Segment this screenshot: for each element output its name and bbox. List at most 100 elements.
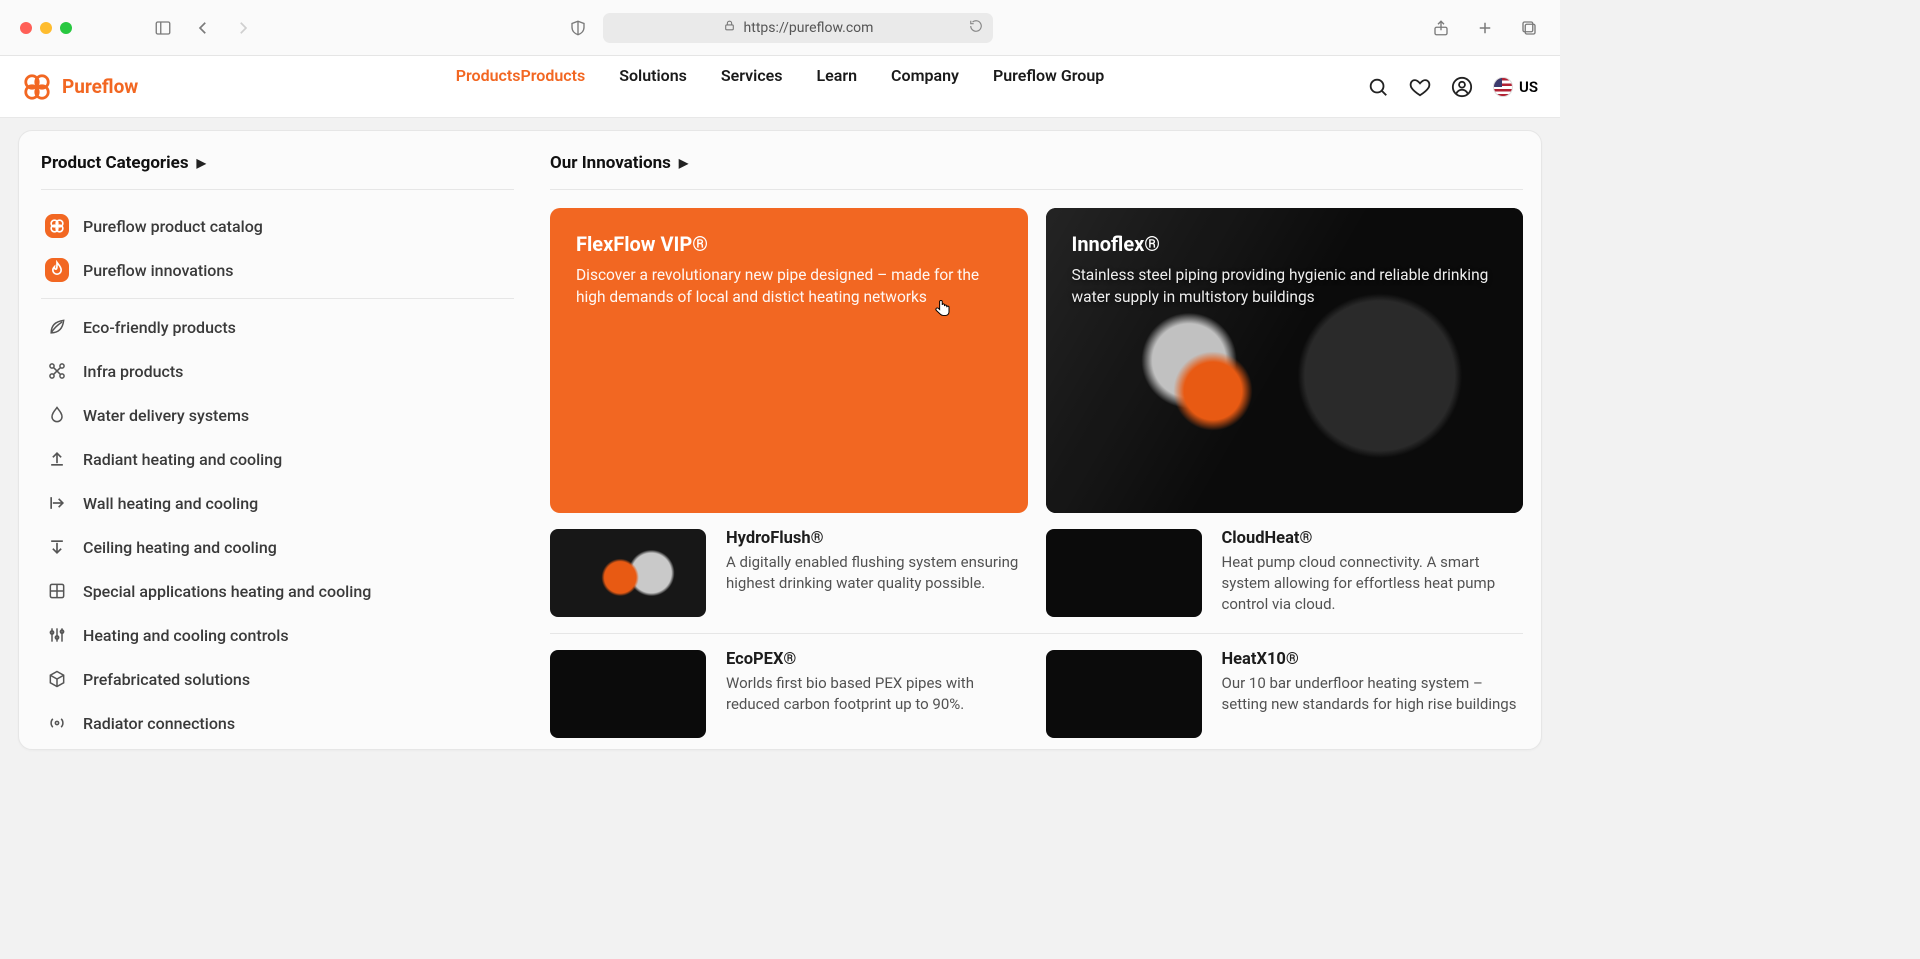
mini-title: HydroFlush®: [726, 529, 1028, 548]
sidebar-item-wall[interactable]: Wall heating and cooling: [41, 483, 514, 523]
sidebar-item-label: Heating and cooling controls: [83, 626, 289, 645]
leaf-icon: [45, 315, 69, 339]
mini-cards: HydroFlush® A digitally enabled flushing…: [550, 527, 1523, 740]
nav-learn[interactable]: Learn: [817, 66, 858, 107]
privacy-shield-icon[interactable]: [567, 18, 589, 38]
feature-card-desc: Stainless steel piping providing hygieni…: [1072, 264, 1498, 308]
drop-icon: [45, 403, 69, 427]
region-label: US: [1519, 78, 1538, 96]
sidebar-item-innovations[interactable]: Pureflow innovations: [41, 250, 514, 290]
feature-card-innoflex[interactable]: Innoflex® Stainless steel piping providi…: [1046, 208, 1524, 513]
sidebar-item-controls[interactable]: Heating and cooling controls: [41, 615, 514, 655]
mini-text: CloudHeat® Heat pump cloud connectivity.…: [1222, 529, 1524, 617]
sidebar-item-special[interactable]: Special applications heating and cooling: [41, 571, 514, 611]
sidebar-item-label: Special applications heating and cooling: [83, 582, 371, 601]
pinned-categories: Pureflow product catalog Pureflow innova…: [41, 206, 514, 290]
feature-card-title: Innoflex®: [1072, 232, 1498, 256]
mini-title: EcoPEX®: [726, 650, 1028, 669]
sidebar-item-label: Ceiling heating and cooling: [83, 538, 277, 557]
sidebar-item-flexpipe[interactable]: Flexible pre-insulated piping FlexFlow: [41, 747, 514, 750]
browser-nav-controls: [152, 18, 254, 38]
arrow-down-bar-icon: [45, 535, 69, 559]
nav-solutions[interactable]: Solutions: [619, 66, 687, 107]
nav-company[interactable]: Company: [891, 66, 959, 107]
flame-icon: [45, 258, 69, 282]
nav-group[interactable]: Pureflow Group: [993, 66, 1104, 107]
mini-text: HydroFlush® A digitally enabled flushing…: [726, 529, 1028, 617]
product-categories-sidebar: Product Categories ▶ Pureflow product ca…: [19, 131, 534, 749]
sidebar-item-label: Radiator connections: [83, 714, 235, 733]
sidebar-item-label: Infra products: [83, 362, 183, 381]
brand[interactable]: Pureflow: [22, 72, 138, 102]
favorites-icon[interactable]: [1409, 76, 1431, 98]
header-actions: US: [1367, 76, 1538, 98]
feature-card-flexflow[interactable]: FlexFlow VIP® Discover a revolutionary n…: [550, 208, 1028, 513]
sidebar-item-catalog[interactable]: Pureflow product catalog: [41, 206, 514, 246]
sidebar-item-label: Pureflow innovations: [83, 261, 234, 280]
browser-chrome: https://pureflow.com: [0, 0, 1560, 56]
forward-button[interactable]: [232, 18, 254, 38]
mini-text: HeatX10® Our 10 bar underfloor heating s…: [1222, 650, 1524, 738]
sidebar-toggle-icon[interactable]: [152, 18, 174, 38]
browser-right: [1430, 18, 1540, 38]
mini-card-cloudheat[interactable]: CloudHeat® Heat pump cloud connectivity.…: [1046, 527, 1524, 619]
sidebar-item-label: Eco-friendly products: [83, 318, 236, 337]
nav-products[interactable]: ProductsProducts: [456, 66, 586, 107]
region-selector[interactable]: US: [1493, 77, 1538, 97]
grid-icon: [45, 579, 69, 603]
mini-thumb: [550, 650, 706, 738]
caret-right-icon: ▶: [679, 156, 688, 170]
search-icon[interactable]: [1367, 76, 1389, 98]
product-categories-heading[interactable]: Product Categories ▶: [41, 153, 514, 173]
categories-list: Eco-friendly products Infra products Wat…: [41, 307, 514, 750]
innovations-label: Our Innovations: [550, 153, 671, 173]
divider: [550, 633, 1523, 634]
browser-center: https://pureflow.com: [567, 13, 993, 43]
minimize-window-button[interactable]: [40, 22, 52, 34]
sidebar-item-radiant[interactable]: Radiant heating and cooling: [41, 439, 514, 479]
account-icon[interactable]: [1451, 76, 1473, 98]
cube-icon: [45, 667, 69, 691]
innovations-content: Our Innovations ▶ FlexFlow VIP® Discover…: [534, 131, 1541, 749]
catalog-icon: [45, 214, 69, 238]
brand-logo-icon: [22, 72, 52, 102]
mini-row: EcoPEX® Worlds first bio based PEX pipes…: [550, 648, 1523, 740]
tabs-overview-icon[interactable]: [1518, 18, 1540, 38]
mini-card-ecopex[interactable]: EcoPEX® Worlds first bio based PEX pipes…: [550, 648, 1028, 740]
mini-card-hydroflush[interactable]: HydroFlush® A digitally enabled flushing…: [550, 527, 1028, 619]
lock-icon: [723, 19, 736, 36]
main-nav: ProductsProducts Solutions Services Lear…: [456, 66, 1105, 107]
reload-icon[interactable]: [969, 19, 983, 37]
sidebar-item-ceiling[interactable]: Ceiling heating and cooling: [41, 527, 514, 567]
feature-cards-row: FlexFlow VIP® Discover a revolutionary n…: [550, 208, 1523, 513]
product-categories-label: Product Categories: [41, 153, 189, 173]
address-bar[interactable]: https://pureflow.com: [603, 13, 993, 43]
close-window-button[interactable]: [20, 22, 32, 34]
products-mega-panel: Product Categories ▶ Pureflow product ca…: [18, 130, 1542, 750]
maximize-window-button[interactable]: [60, 22, 72, 34]
share-icon[interactable]: [1430, 18, 1452, 38]
url-text: https://pureflow.com: [744, 20, 874, 36]
nodes-icon: [45, 359, 69, 383]
mini-text: EcoPEX® Worlds first bio based PEX pipes…: [726, 650, 1028, 738]
feature-card-title: FlexFlow VIP®: [576, 232, 1002, 256]
sidebar-item-infra[interactable]: Infra products: [41, 351, 514, 391]
sidebar-item-radiator[interactable]: Radiator connections: [41, 703, 514, 743]
mini-desc: A digitally enabled flushing system ensu…: [726, 552, 1028, 594]
sidebar-item-water[interactable]: Water delivery systems: [41, 395, 514, 435]
back-button[interactable]: [192, 18, 214, 38]
mini-row: HydroFlush® A digitally enabled flushing…: [550, 527, 1523, 619]
feature-card-desc: Discover a revolutionary new pipe design…: [576, 264, 1002, 308]
divider: [41, 298, 514, 299]
sidebar-item-label: Wall heating and cooling: [83, 494, 258, 513]
nav-services[interactable]: Services: [721, 66, 783, 107]
us-flag-icon: [1493, 77, 1513, 97]
mini-card-heatx10[interactable]: HeatX10® Our 10 bar underfloor heating s…: [1046, 648, 1524, 740]
new-tab-icon[interactable]: [1474, 18, 1496, 38]
divider: [41, 189, 514, 190]
innovations-heading[interactable]: Our Innovations ▶: [550, 153, 1523, 173]
sliders-icon: [45, 623, 69, 647]
sidebar-item-prefab[interactable]: Prefabricated solutions: [41, 659, 514, 699]
sidebar-item-eco[interactable]: Eco-friendly products: [41, 307, 514, 347]
brand-name: Pureflow: [62, 75, 138, 98]
